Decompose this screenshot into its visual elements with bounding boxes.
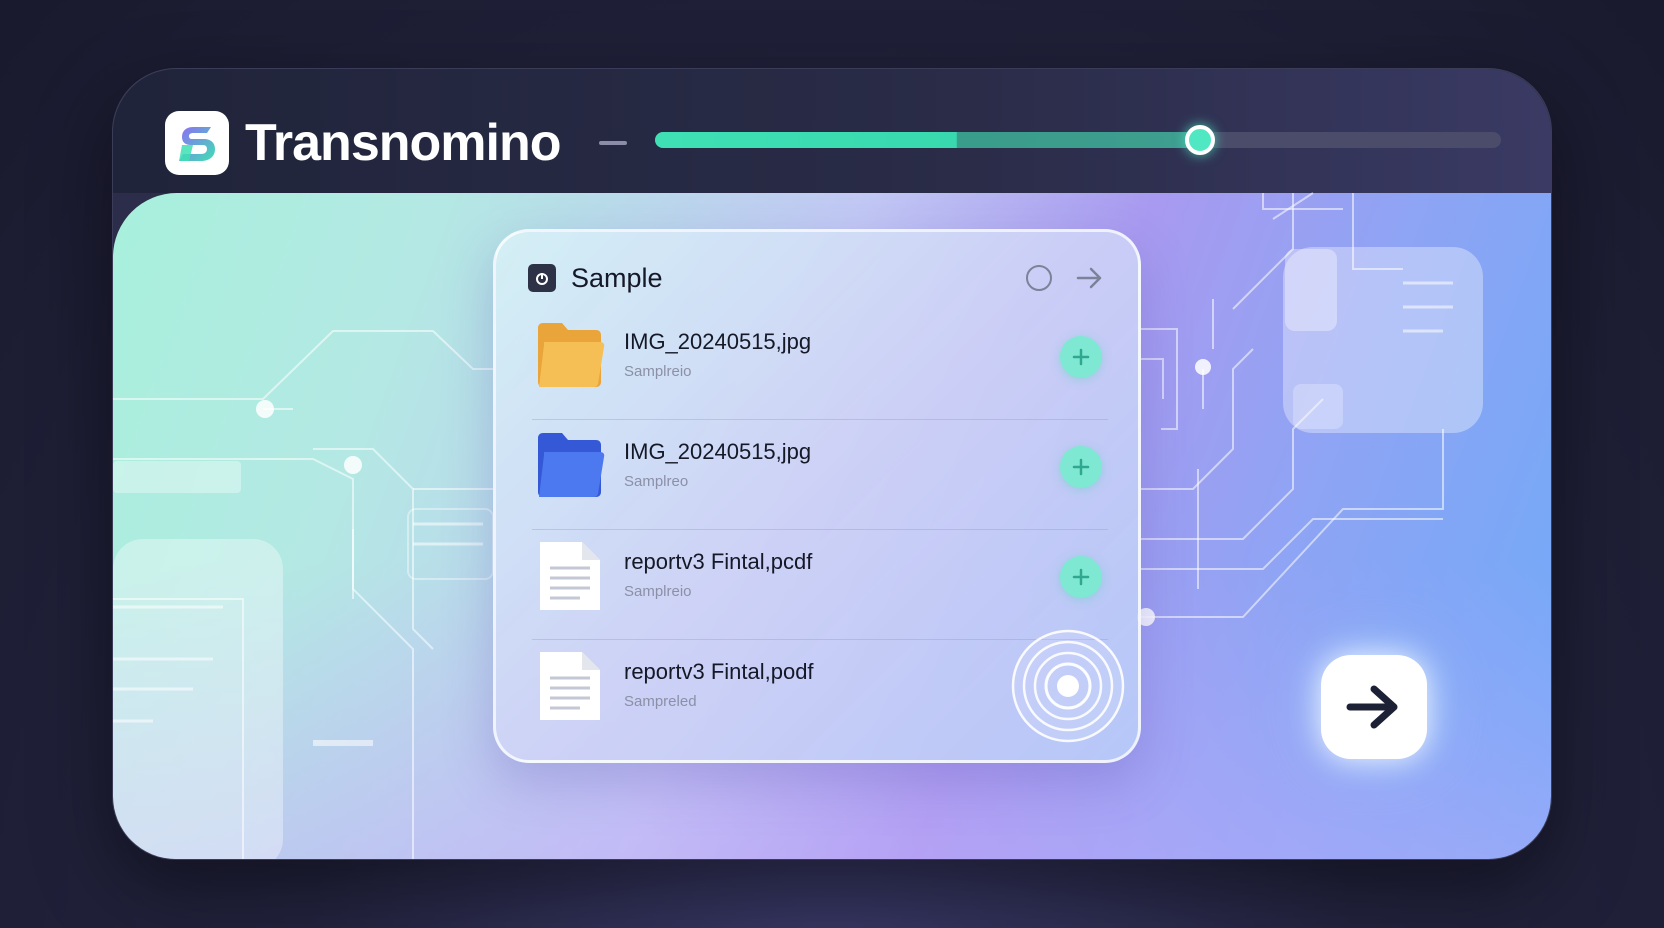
file-subtitle: Sampreled	[624, 693, 697, 710]
title-separator	[599, 141, 627, 145]
list-item[interactable]: IMG_20240515,jpg Samplreio	[532, 310, 1108, 420]
target-icon[interactable]	[1010, 628, 1126, 744]
arrow-right-icon	[1346, 685, 1398, 729]
plus-icon	[1072, 568, 1090, 586]
file-panel: Sample IMG_20240515,jpg Samplreio IMG_20…	[493, 229, 1141, 763]
panel-app-icon	[528, 264, 556, 292]
progress-slider[interactable]	[655, 125, 1501, 155]
add-button[interactable]	[1060, 336, 1102, 378]
document-icon	[540, 542, 600, 610]
panel-title: Sample	[571, 263, 663, 293]
file-name: IMG_20240515,jpg	[624, 329, 812, 354]
app-window: Transnomino Sample IMG_20240515,jpg Samp…	[112, 68, 1552, 860]
file-subtitle: Samplreio	[624, 363, 692, 380]
add-button[interactable]	[1060, 556, 1102, 598]
plus-icon	[1072, 458, 1090, 476]
add-button[interactable]	[1060, 446, 1102, 488]
folder-blue-icon	[538, 433, 605, 497]
file-subtitle: Samplreio	[624, 583, 692, 600]
file-name: reportv3 Fintal,pcdf	[624, 549, 813, 574]
arrow-right-icon[interactable]	[1074, 262, 1106, 294]
header-bar: Transnomino	[113, 69, 1551, 193]
list-item[interactable]: IMG_20240515,jpg Samplreo	[532, 420, 1108, 530]
plus-icon	[1072, 348, 1090, 366]
app-title: Transnomino	[245, 114, 561, 172]
circle-icon[interactable]	[1026, 265, 1052, 291]
file-name: reportv3 Fintal,podf	[624, 659, 814, 684]
progress-thumb[interactable]	[1184, 125, 1215, 155]
file-subtitle: Samplreo	[624, 473, 689, 490]
folder-orange-icon	[538, 323, 605, 387]
list-item[interactable]: reportv3 Fintal,pcdf Samplreio	[532, 530, 1108, 640]
next-button[interactable]	[1321, 655, 1427, 759]
file-name: IMG_20240515,jpg	[624, 439, 812, 464]
app-logo-icon	[165, 111, 229, 175]
document-icon	[540, 652, 600, 720]
progress-fill	[655, 132, 1200, 148]
